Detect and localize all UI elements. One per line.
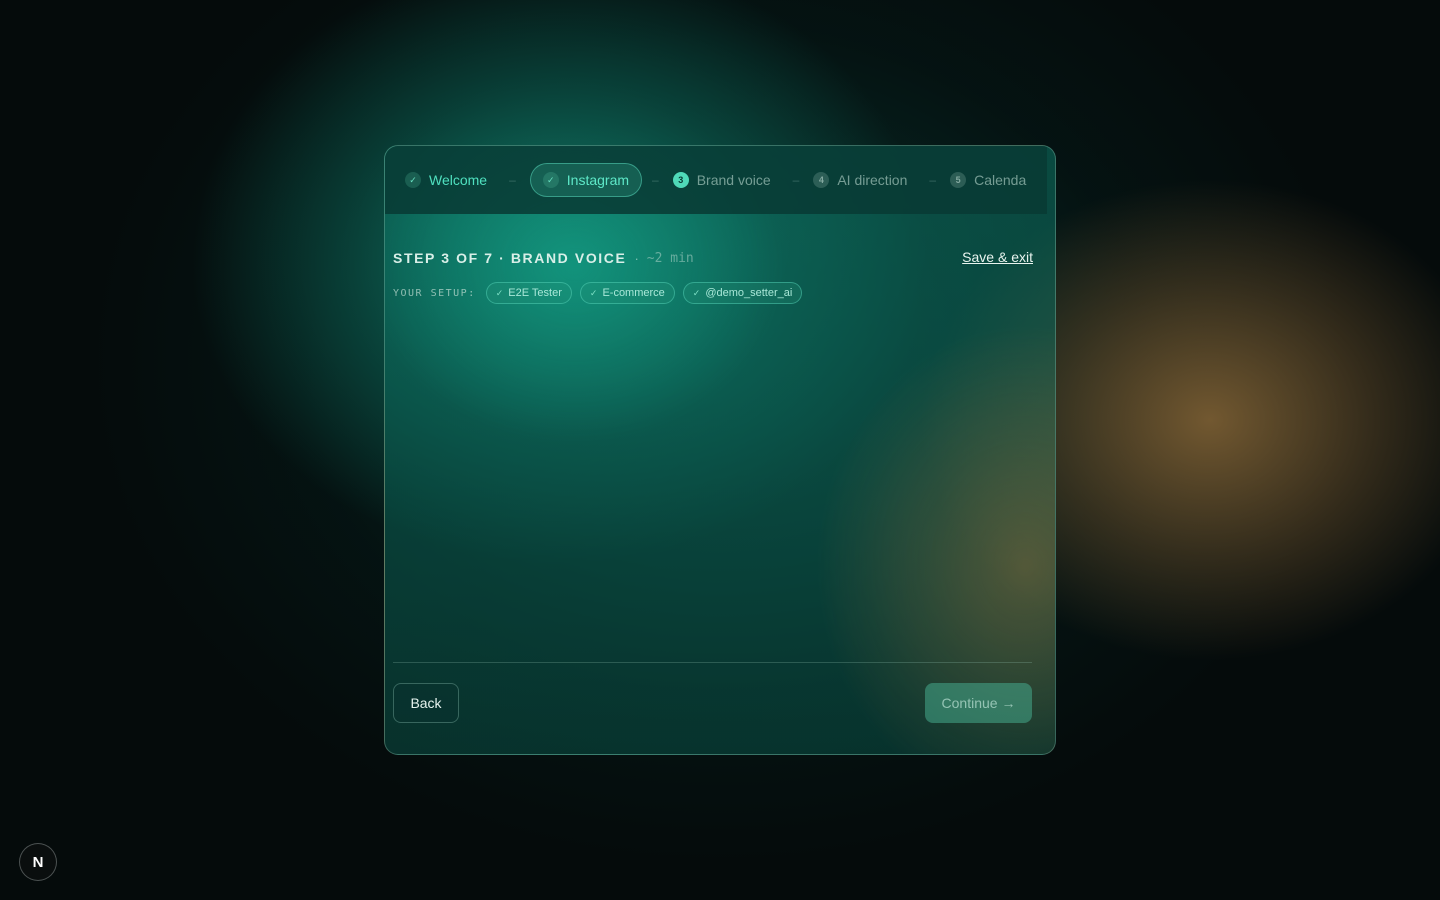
step-brand-voice[interactable]: 3 Brand voice — [672, 163, 783, 197]
step-number-badge: 4 — [813, 172, 830, 188]
step-ai-direction[interactable]: 4 AI direction — [813, 163, 919, 197]
time-estimate: ~2 min — [646, 250, 694, 266]
step-number-badge: 3 — [672, 172, 689, 188]
step-separator: – — [509, 173, 516, 187]
step-instagram[interactable]: ✓ Instagram — [529, 163, 643, 197]
check-icon: ✓ — [405, 172, 421, 188]
dot-separator: · — [634, 250, 639, 266]
setup-chip-instagram: ✓ @demo_setter_ai — [682, 282, 803, 304]
back-button[interactable]: Back — [393, 683, 459, 723]
step-title: STEP 3 OF 7 · BRAND VOICE — [393, 250, 627, 266]
step-number-badge: 5 — [950, 172, 967, 188]
setup-summary: YOUR SETUP: ✓ E2E Tester ✓ E-commerce ✓ … — [393, 282, 803, 304]
check-icon: ✓ — [495, 287, 504, 298]
step-label: Calenda — [974, 172, 1027, 188]
onboarding-card: ✓ Welcome – ✓ Instagram – 3 Brand voice … — [384, 145, 1056, 755]
step-calendar[interactable]: 5 Calenda — [950, 163, 1038, 197]
chip-text: E2E Tester — [508, 287, 562, 299]
step-separator: – — [929, 173, 937, 187]
check-icon: ✓ — [589, 287, 598, 298]
n-logo-icon[interactable]: N — [19, 843, 57, 881]
continue-button[interactable]: Continue → — [925, 683, 1032, 723]
setup-label: YOUR SETUP: — [393, 287, 476, 299]
chip-text: @demo_setter_ai — [705, 287, 793, 299]
check-icon: ✓ — [542, 172, 559, 188]
stepper: ✓ Welcome – ✓ Instagram – 3 Brand voice … — [385, 146, 1047, 214]
chip-text: E-commerce — [602, 287, 665, 299]
footer-divider — [393, 662, 1032, 663]
step-label: Brand voice — [696, 172, 771, 188]
step-label: AI direction — [837, 172, 908, 188]
check-icon: ✓ — [692, 287, 701, 298]
setup-chip-name: ✓ E2E Tester — [485, 282, 572, 304]
step-separator: – — [652, 173, 659, 187]
step-label: Welcome — [429, 172, 488, 188]
save-exit-link[interactable]: Save & exit — [962, 249, 1033, 265]
step-welcome[interactable]: ✓ Welcome — [405, 163, 499, 197]
step-separator: – — [792, 173, 800, 187]
setup-chip-industry: ✓ E-commerce — [579, 282, 675, 304]
step-label: Instagram — [566, 172, 630, 188]
step-header: STEP 3 OF 7 · BRAND VOICE · ~2 min Save … — [393, 248, 1033, 268]
